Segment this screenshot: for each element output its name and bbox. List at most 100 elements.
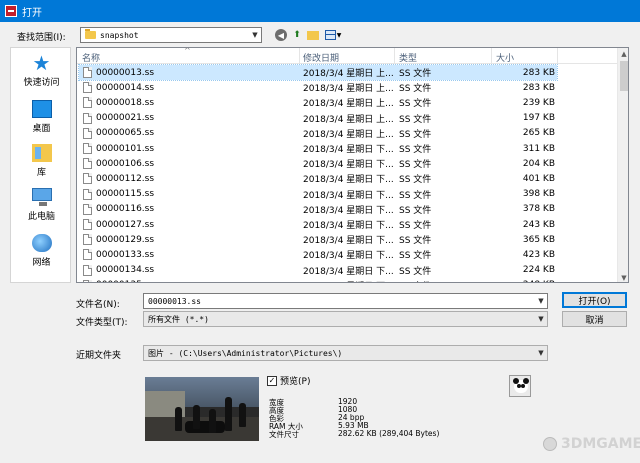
file-row[interactable]: 00000135.ss 2018/3/4 星期日 下... SS 文件 248 KB — [79, 278, 557, 283]
file-icon — [83, 203, 92, 215]
place-network[interactable]: 网络 — [11, 234, 72, 268]
file-name: 00000106.ss — [96, 158, 155, 169]
file-type: SS 文件 — [399, 145, 432, 155]
file-date: 2018/3/4 星期日 下... — [303, 175, 394, 186]
watermark: 3DMGAME — [543, 436, 640, 452]
cancel-button[interactable]: 取消 — [562, 311, 627, 327]
watermark-text: 3DMGAME — [561, 436, 640, 452]
preview-checkbox-row[interactable]: ✓ 预览(P) — [267, 374, 310, 387]
file-size: 311 KB — [522, 143, 555, 154]
file-row[interactable]: 00000127.ss 2018/3/4 星期日 下... SS 文件 243 KB — [79, 217, 557, 232]
file-list[interactable]: 名称 ^ 修改日期 类型 大小 00000013.ss 2018/3/4 星期日 … — [76, 47, 629, 283]
chevron-down-icon: ▼ — [336, 31, 342, 39]
chevron-down-icon[interactable]: ▼ — [249, 31, 261, 39]
file-type: SS 文件 — [399, 251, 432, 262]
file-icon — [83, 264, 92, 276]
file-row[interactable]: 00000129.ss 2018/3/4 星期日 下... SS 文件 365 KB — [79, 232, 557, 247]
vertical-scrollbar[interactable]: ▲ ▼ — [617, 48, 628, 282]
file-type: SS 文件 — [399, 84, 432, 95]
column-header: 名称 ^ 修改日期 类型 大小 — [77, 48, 617, 64]
file-icon — [83, 97, 92, 109]
file-row[interactable]: 00000116.ss 2018/3/4 星期日 下... SS 文件 378 KB — [79, 202, 557, 217]
back-button[interactable]: ◀ — [274, 28, 288, 42]
file-row[interactable]: 00000133.ss 2018/3/4 星期日 下... SS 文件 423 KB — [79, 247, 557, 262]
look-in-label: 查找范围(I): — [17, 33, 66, 43]
place-label: 桌面 — [32, 124, 51, 134]
file-icon — [83, 127, 92, 139]
file-row[interactable]: 00000106.ss 2018/3/4 星期日 下... SS 文件 204 KB — [79, 156, 557, 171]
place-libraries[interactable]: 库 — [11, 144, 72, 178]
file-row[interactable]: 00000101.ss 2018/3/4 星期日 下... SS 文件 311 KB — [79, 141, 557, 156]
file-date: 2018/3/4 星期日 下... — [303, 160, 394, 171]
places-bar: ★ 快速访问 桌面 库 此电脑 网络 — [10, 47, 71, 283]
column-name[interactable]: 名称 — [82, 51, 100, 64]
filename-input[interactable]: 00000013.ss — [144, 297, 535, 306]
scroll-thumb[interactable] — [620, 61, 628, 91]
preview-checkbox[interactable]: ✓ — [267, 375, 277, 386]
chevron-down-icon[interactable]: ▼ — [535, 349, 547, 357]
file-icon — [83, 279, 92, 282]
up-folder-button[interactable]: ⬆ — [290, 28, 304, 42]
file-type: SS 文件 — [399, 129, 432, 140]
file-type: SS 文件 — [399, 221, 432, 231]
chevron-down-icon[interactable]: ▼ — [535, 297, 547, 305]
file-date: 2018/3/4 星期日 上... — [303, 129, 394, 140]
file-size: 283 KB — [522, 67, 555, 78]
place-quick-access[interactable]: ★ 快速访问 — [11, 53, 72, 88]
file-type: SS 文件 — [399, 190, 432, 201]
place-desktop[interactable]: 桌面 — [11, 100, 72, 134]
file-name: 00000129.ss — [96, 234, 155, 245]
file-icon — [83, 67, 92, 78]
file-size: 283 KB — [522, 82, 555, 93]
file-row[interactable]: 00000021.ss 2018/3/4 星期日 上... SS 文件 197 KB — [79, 111, 557, 126]
file-row[interactable]: 00000065.ss 2018/3/4 星期日 上... SS 文件 265 KB — [79, 126, 557, 141]
file-size: 265 KB — [522, 128, 555, 139]
file-date: 2018/3/4 星期日 下... — [303, 236, 394, 247]
file-name: 00000116.ss — [96, 204, 155, 215]
file-icon — [83, 188, 92, 200]
file-name: 00000101.ss — [96, 143, 155, 154]
file-date: 2018/3/4 星期日 下... — [303, 266, 394, 277]
file-row[interactable]: 00000014.ss 2018/3/4 星期日 上... SS 文件 283 KB — [79, 80, 557, 95]
file-icon — [83, 112, 92, 124]
view-menu-button[interactable]: ▼ — [322, 28, 344, 42]
column-divider[interactable] — [557, 48, 558, 64]
column-divider[interactable] — [394, 48, 395, 64]
chevron-down-icon[interactable]: ▼ — [535, 315, 547, 323]
file-icon — [83, 158, 92, 170]
look-in-combo[interactable]: snapshot ▼ — [80, 27, 262, 43]
preview-checkbox-label: 预览(P) — [280, 377, 311, 387]
filename-label: 文件名(N): — [76, 300, 120, 310]
recent-folder-select[interactable]: 图片 - (C:\Users\Administrator\Pictures\) … — [143, 345, 548, 361]
filetype-value: 所有文件 (*.*) — [148, 314, 209, 324]
file-row[interactable]: 00000018.ss 2018/3/4 星期日 上... SS 文件 239 KB — [79, 95, 557, 110]
scroll-down-icon[interactable]: ▼ — [618, 272, 628, 282]
filetype-select[interactable]: 所有文件 (*.*) ▼ — [143, 311, 548, 327]
new-folder-button[interactable] — [306, 28, 320, 42]
file-row[interactable]: 00000013.ss 2018/3/4 星期日 上... SS 文件 283 KB — [78, 64, 558, 81]
file-size: 239 KB — [522, 97, 555, 108]
place-this-pc[interactable]: 此电脑 — [11, 188, 72, 222]
file-icon — [83, 173, 92, 185]
info-value: 282.62 KB (289,404 Bytes) — [338, 429, 440, 438]
file-row[interactable]: 00000112.ss 2018/3/4 星期日 下... SS 文件 401 KB — [79, 171, 557, 186]
file-size: 224 KB — [522, 265, 555, 276]
filename-combo[interactable]: 00000013.ss ▼ — [143, 293, 548, 309]
info-key: 文件尺寸 — [269, 430, 299, 439]
preview-thumbnail — [145, 377, 259, 441]
column-date[interactable]: 修改日期 — [303, 51, 339, 64]
open-button[interactable]: 打开(O) — [562, 292, 627, 308]
column-size[interactable]: 大小 — [496, 51, 514, 64]
scroll-up-icon[interactable]: ▲ — [618, 48, 628, 60]
column-type[interactable]: 类型 — [399, 51, 417, 64]
recent-folder-label: 近期文件夹 — [76, 351, 122, 361]
column-divider[interactable] — [491, 48, 492, 64]
file-date: 2018/3/4 星期日 下... — [303, 279, 395, 283]
watermark-logo-icon — [543, 437, 557, 451]
file-size: 248 KB — [487, 280, 555, 282]
this-pc-icon — [31, 188, 52, 206]
file-row[interactable]: 00000115.ss 2018/3/4 星期日 下... SS 文件 398 KB — [79, 187, 557, 202]
file-row[interactable]: 00000134.ss 2018/3/4 星期日 下... SS 文件 224 KB — [79, 263, 557, 278]
column-divider[interactable] — [299, 48, 300, 64]
file-name: 00000021.ss — [96, 113, 155, 124]
